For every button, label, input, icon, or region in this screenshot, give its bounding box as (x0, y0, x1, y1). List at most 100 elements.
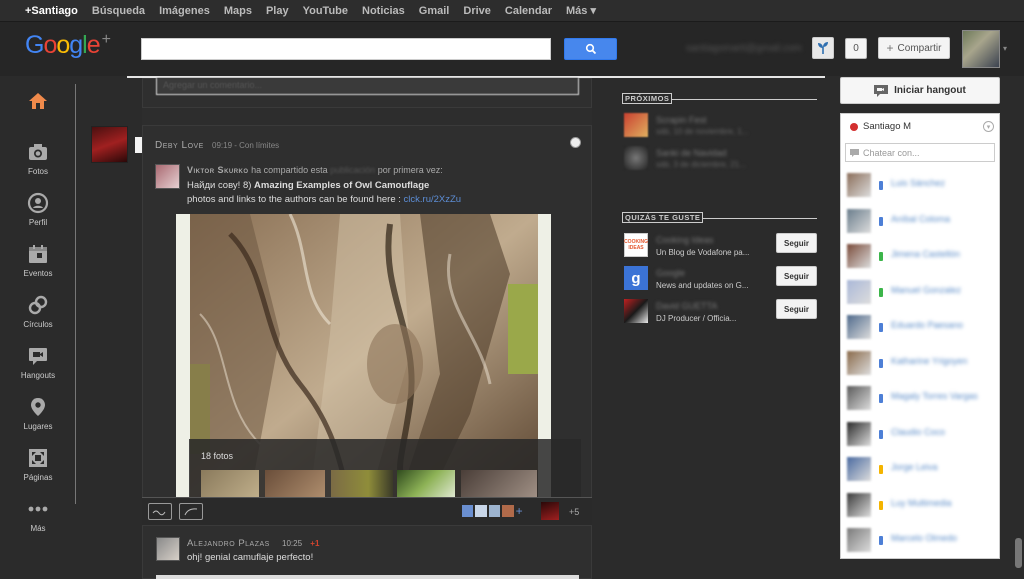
follow-button[interactable]: Seguir (776, 233, 817, 253)
follow-button[interactable]: Seguir (776, 266, 817, 286)
post-link[interactable]: clck.ru/2XzZu (404, 194, 462, 205)
david-guetta-avatar[interactable] (624, 299, 648, 323)
nav-item-photos[interactable]: Fotos (0, 141, 76, 176)
album-thumbnail[interactable] (331, 470, 393, 497)
page-scrollbar[interactable] (1012, 78, 1024, 579)
search-input[interactable] (141, 38, 551, 60)
post-time[interactable]: 09:19 (212, 141, 232, 150)
suggestion-name[interactable]: Google (656, 268, 685, 278)
nav-item-circles[interactable]: Círculos (0, 294, 76, 329)
plusoner-avatar (462, 505, 474, 517)
post-author-name[interactable]: Deby Love (155, 140, 204, 151)
contact-avatar (847, 528, 871, 552)
nav-item-profile[interactable]: Perfil (0, 192, 76, 227)
plus-one-button[interactable] (148, 503, 172, 520)
cooking-ideas-logo[interactable]: COOKING IDEAS (624, 233, 648, 257)
chat-contact[interactable]: Luis Sánchez (841, 168, 999, 203)
suggestion-name[interactable]: David GUETTA (656, 301, 717, 311)
chevron-down-icon[interactable]: ▾ (1003, 44, 1007, 53)
chat-contact[interactable]: Aníbal Coloma (841, 204, 999, 239)
album-thumbnail[interactable] (265, 470, 325, 497)
contact-avatar (847, 244, 871, 268)
sharer-avatar[interactable] (155, 164, 180, 189)
album-thumbnail[interactable] (461, 470, 537, 497)
comment-meta: 10:25 +1 (282, 539, 319, 548)
notifications-button[interactable] (812, 37, 834, 59)
topbar-item-maps[interactable]: Maps (224, 5, 252, 17)
nav-item-places[interactable]: Lugares (0, 396, 76, 431)
topbar-item-search[interactable]: Búsqueda (92, 5, 145, 17)
share-post-button[interactable] (179, 503, 203, 520)
presence-icon (879, 536, 883, 545)
chat-contact[interactable]: Eduardo Paesano (841, 310, 999, 345)
share-button[interactable]: + Compartir (878, 37, 950, 59)
chat-contact[interactable]: Magaly Torres Vargas (841, 381, 999, 416)
chat-contact[interactable]: Jorge Leiva (841, 452, 999, 487)
plusoners-avatars[interactable]: + (462, 505, 527, 517)
status-dot-icon[interactable] (850, 123, 858, 131)
chevron-down-icon[interactable]: ▾ (983, 121, 994, 132)
search-icon (585, 43, 596, 55)
comment-time: 10:25 (282, 539, 303, 548)
chat-user-name[interactable]: Santiago M (863, 121, 911, 132)
topbar-item-youtube[interactable]: YouTube (303, 5, 348, 17)
original-post-link[interactable]: publicación (330, 165, 375, 175)
google-plus-logo[interactable]: Google + (25, 31, 111, 60)
post-visibility[interactable]: Con límites (239, 141, 279, 150)
upcoming-heading: PRÓXIMOS (622, 93, 673, 104)
comment-input-edge[interactable] (156, 575, 579, 579)
notification-count[interactable]: 0 (845, 38, 867, 59)
chat-contact[interactable]: Claudio Coco (841, 417, 999, 452)
google-logo-icon[interactable]: g (624, 266, 648, 290)
comment-plus-one[interactable]: +1 (310, 539, 319, 548)
chat-contact[interactable]: Marcelo Olmedo (841, 523, 999, 558)
sharer-small-avatar[interactable] (541, 502, 559, 520)
post-menu-button[interactable] (570, 137, 581, 148)
topbar-item-calendar[interactable]: Calendar (505, 5, 552, 17)
event-thumbnail[interactable] (624, 113, 648, 137)
nav-item-home[interactable] (0, 90, 76, 116)
scrollbar-thumb[interactable] (1015, 538, 1022, 568)
chat-contact[interactable]: Luy Multimedia (841, 488, 999, 523)
plus-count[interactable]: +5 (569, 507, 579, 517)
topbar-item-profile[interactable]: +Santiago (25, 5, 78, 17)
topbar-item-drive[interactable]: Drive (463, 5, 491, 17)
nav-label: Círculos (23, 320, 53, 329)
event-name[interactable]: Scrapin Fest (656, 115, 707, 125)
chat-bubble-icon (850, 148, 859, 157)
event-thumbnail[interactable] (624, 146, 648, 170)
album-thumbnail[interactable] (201, 470, 259, 497)
sharer-name[interactable]: Viktor Skurko (187, 165, 249, 175)
album-photo-count[interactable]: 18 fotos (201, 451, 233, 461)
chat-contact[interactable]: Katharine Yrigoyen (841, 346, 999, 381)
topbar-item-gmail[interactable]: Gmail (419, 5, 450, 17)
chat-contact[interactable]: Jimena Castellón (841, 239, 999, 274)
commenter-avatar[interactable] (156, 537, 180, 561)
contact-name: Eduardo Paesano (891, 320, 964, 330)
post-author-avatar[interactable] (91, 126, 128, 163)
chat-contact[interactable]: Manuel Gonzalez (841, 275, 999, 310)
start-hangout-button[interactable]: Iniciar hangout (840, 77, 1000, 104)
commenter-name[interactable]: Alejandro Plazas (187, 538, 270, 549)
user-avatar[interactable] (962, 30, 1000, 68)
home-icon (29, 93, 47, 109)
topbar-item-news[interactable]: Noticias (362, 5, 405, 17)
nav-item-pages[interactable]: Páginas (0, 447, 76, 482)
nav-item-events[interactable]: Eventos (0, 243, 76, 278)
presence-icon (879, 429, 883, 439)
search-button[interactable] (564, 38, 617, 60)
contact-avatar (847, 350, 871, 375)
suggestion-name[interactable]: Cooking Ideas (656, 235, 714, 245)
add-comment-input[interactable]: Agregar un comentario... (156, 78, 579, 95)
contact-name: Aníbal Coloma (891, 213, 951, 224)
album-thumbnail[interactable] (397, 470, 455, 497)
circles-icon (28, 295, 48, 315)
chat-search-input[interactable]: Chatear con... (845, 143, 995, 162)
follow-button[interactable]: Seguir (776, 299, 817, 319)
event-name[interactable]: Sanki de Navidad (656, 148, 727, 158)
nav-item-more[interactable]: Más (0, 498, 76, 533)
topbar-item-more[interactable]: Más ▾ (566, 4, 596, 17)
topbar-item-play[interactable]: Play (266, 5, 289, 17)
topbar-item-images[interactable]: Imágenes (159, 5, 210, 17)
nav-item-hangouts[interactable]: Hangouts (0, 345, 76, 380)
